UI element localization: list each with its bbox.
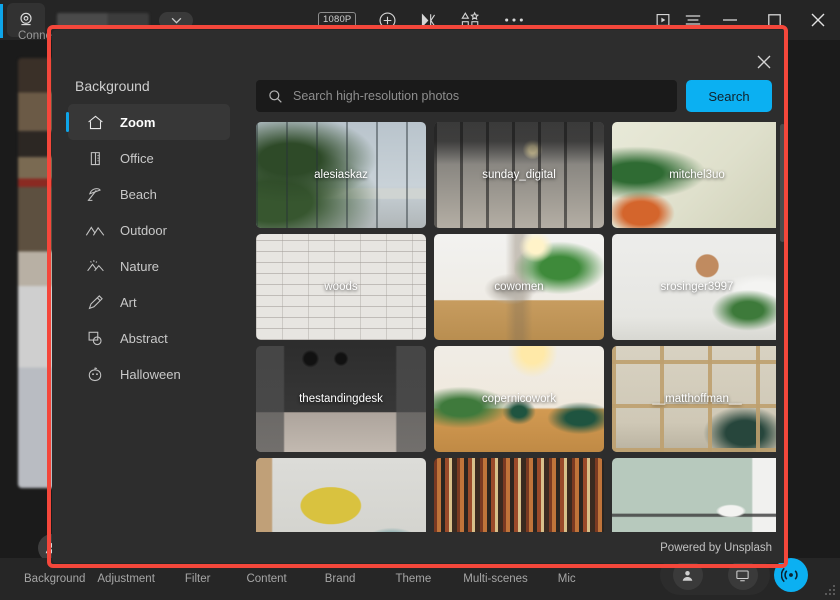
photo-tile[interactable]: srosinger3997	[612, 234, 776, 340]
resize-grip[interactable]	[825, 585, 835, 595]
marker-pen-icon	[82, 293, 108, 312]
broadcast-live-icon	[781, 565, 801, 585]
photo-browser: Search alesiaskazsunday_digitalmitchel3u…	[242, 30, 788, 563]
beach-umbrella-icon	[82, 185, 108, 204]
device-dropdown-button[interactable]	[159, 12, 193, 29]
app-window: 1080P	[0, 0, 840, 600]
close-icon[interactable]	[796, 0, 840, 40]
photo-thumbnail	[434, 346, 604, 452]
photo-thumbnail	[612, 234, 776, 340]
photo-tile[interactable]: thestandingdesk	[256, 346, 426, 452]
sidebar-label-office: Office	[120, 151, 154, 166]
camera-person-icon[interactable]	[673, 560, 703, 590]
photo-thumbnail	[612, 122, 776, 228]
bottom-tab-background[interactable]: Background	[18, 573, 91, 585]
photo-tile[interactable]: __matthoffman__	[612, 346, 776, 452]
bottom-tab-filter[interactable]: Filter	[179, 573, 217, 585]
sidebar-label-halloween: Halloween	[120, 367, 181, 382]
sidebar-item-halloween[interactable]: Halloween	[68, 356, 230, 392]
home-icon	[82, 113, 108, 132]
photo-thumbnail	[256, 458, 426, 532]
accent-strip	[0, 4, 3, 38]
chevron-down-icon	[171, 17, 182, 24]
sidebar-item-beach[interactable]: Beach	[68, 176, 230, 212]
search-icon	[268, 89, 283, 104]
sidebar-label-outdoor: Outdoor	[120, 223, 167, 238]
background-dialog: Background Zoom Office	[52, 30, 788, 563]
shapes-overlap-icon	[82, 329, 108, 348]
sidebar-label-zoom: Zoom	[120, 115, 155, 130]
photo-tile[interactable]: sunday_digital	[434, 122, 604, 228]
go-live-button[interactable]	[774, 558, 808, 592]
sidebar-label-art: Art	[120, 295, 137, 310]
sidebar-label-beach: Beach	[120, 187, 157, 202]
shapes-icon[interactable]	[460, 11, 481, 30]
bottom-tab-multi-scenes[interactable]: Multi-scenes	[457, 573, 534, 585]
bottom-tab-brand[interactable]: Brand	[319, 573, 362, 585]
search-row: Search	[256, 80, 772, 112]
more-horizontal-icon[interactable]	[503, 16, 525, 24]
bottom-tab-mic[interactable]: Mic	[552, 573, 582, 585]
mountains-icon	[82, 222, 108, 239]
search-input[interactable]	[293, 81, 677, 111]
device-name-redacted	[57, 13, 149, 28]
photo-thumbnail	[612, 346, 776, 452]
photo-thumbnail	[256, 346, 426, 452]
nature-icon	[82, 257, 108, 275]
category-sidebar: Zoom Office Beach	[52, 30, 242, 563]
photo-thumbnail	[434, 458, 604, 532]
photo-grid-scrollbar[interactable]	[780, 124, 785, 524]
webcam-icon	[16, 10, 36, 30]
sidebar-label-abstract: Abstract	[120, 331, 168, 346]
sidebar-item-abstract[interactable]: Abstract	[68, 320, 230, 356]
sidebar-item-zoom[interactable]: Zoom	[68, 104, 230, 140]
pumpkin-icon	[82, 365, 108, 384]
plus-circle-icon[interactable]	[378, 11, 397, 30]
unsplash-attribution: Powered by Unsplash	[660, 542, 772, 554]
search-button[interactable]: Search	[686, 80, 772, 112]
photo-thumbnail	[612, 458, 776, 532]
photo-tile[interactable]	[434, 458, 604, 532]
bottom-tab-content[interactable]: Content	[240, 573, 292, 585]
photo-tile[interactable]	[256, 458, 426, 532]
resolution-badge[interactable]: 1080P	[318, 12, 356, 28]
sidebar-item-nature[interactable]: Nature	[68, 248, 230, 284]
photo-grid: alesiaskazsunday_digitalmitchel3uo woodsc…	[256, 122, 776, 532]
photo-thumbnail	[256, 122, 426, 228]
sidebar-label-nature: Nature	[120, 259, 159, 274]
photo-tile[interactable]	[612, 458, 776, 532]
bottom-tab-theme[interactable]: Theme	[389, 573, 437, 585]
photo-thumbnail	[256, 234, 426, 340]
photo-tile[interactable]: alesiaskaz	[256, 122, 426, 228]
mirror-flip-icon[interactable]	[419, 11, 438, 30]
search-box[interactable]	[256, 80, 677, 112]
photo-thumbnail	[434, 234, 604, 340]
bottom-tab-adjustment[interactable]: Adjustment	[91, 573, 161, 585]
sidebar-item-outdoor[interactable]: Outdoor	[68, 212, 230, 248]
sidebar-item-office[interactable]: Office	[68, 140, 230, 176]
photo-tile[interactable]: copernicowork	[434, 346, 604, 452]
screen-share-icon[interactable]	[728, 560, 758, 590]
office-building-icon	[82, 149, 108, 168]
photo-tile[interactable]: woods	[256, 234, 426, 340]
sidebar-item-art[interactable]: Art	[68, 284, 230, 320]
photo-tile[interactable]: cowomen	[434, 234, 604, 340]
photo-tile[interactable]: mitchel3uo	[612, 122, 776, 228]
photo-thumbnail	[434, 122, 604, 228]
